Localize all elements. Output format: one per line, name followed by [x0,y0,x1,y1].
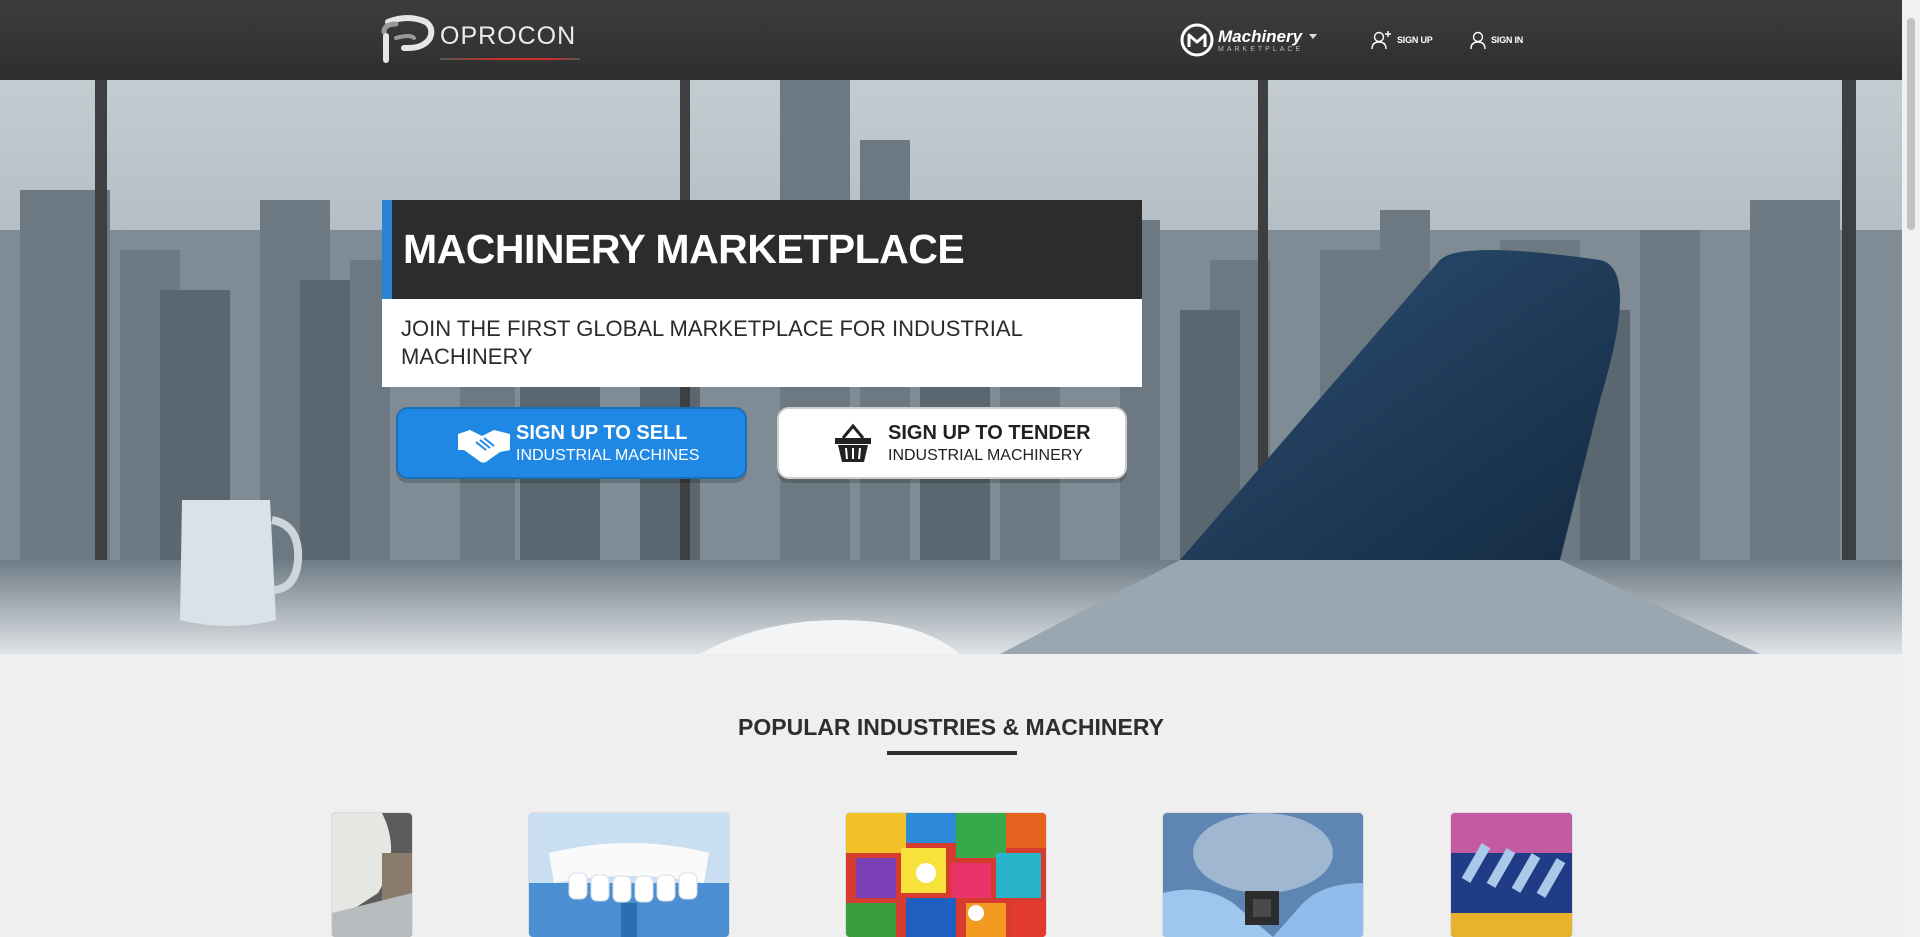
industry-card[interactable] [529,813,729,937]
signup-to-tender-button[interactable]: SIGN UP TO TENDER INDUSTRIAL MACHINERY [777,407,1127,479]
industry-card-image [332,813,412,937]
nav-signup-link[interactable]: SIGN UP [1371,30,1433,50]
oprocon-logo[interactable]: OPROCON [378,14,581,64]
industry-card-image [846,813,1046,937]
hero-banner: MACHINERY MARKETPLACE JOIN THE FIRST GLO… [0,80,1902,654]
signup-to-tender-sublabel: INDUSTRIAL MACHINERY [888,446,1083,464]
scrollbar-thumb[interactable] [1907,18,1915,230]
site-header: OPROCON Machinery MARKETPLACE SIGN UP SI… [0,0,1902,80]
hero-subtitle: JOIN THE FIRST GLOBAL MARKETPLACE FOR IN… [401,316,1023,369]
basket-icon [835,423,871,462]
hero-subtitle-panel: JOIN THE FIRST GLOBAL MARKETPLACE FOR IN… [382,299,1142,387]
signup-to-sell-label: SIGN UP TO SELL [516,421,688,444]
industry-card[interactable] [1451,813,1572,937]
marketplace-switcher[interactable]: Machinery MARKETPLACE [1180,22,1318,58]
hero-title: MACHINERY MARKETPLACE [403,226,965,272]
signup-to-sell-sublabel: INDUSTRIAL MACHINES [516,446,700,464]
title-underline [887,751,1017,755]
popular-section-title: POPULAR INDUSTRIES & MACHINERY [738,714,1164,740]
user-icon [1470,31,1486,50]
industry-card-image [1163,813,1363,937]
industry-card-image [529,813,729,937]
page-scrollbar[interactable] [1902,0,1920,937]
signup-to-tender-text: SIGN UP TO TENDER INDUSTRIAL MACHINERY [888,423,1091,464]
marketplace-brand: Machinery MARKETPLACE [1218,28,1303,53]
signup-to-sell-button[interactable]: SIGN UP TO SELL INDUSTRIAL MACHINES [396,407,747,479]
industry-card[interactable] [1163,813,1363,937]
industry-card[interactable] [846,813,1046,937]
signup-to-tender-label: SIGN UP TO TENDER [888,421,1091,444]
user-plus-icon [1371,31,1391,50]
chevron-down-icon [1309,33,1318,39]
oprocon-logo-icon [381,15,435,63]
signup-to-sell-text: SIGN UP TO SELL INDUSTRIAL MACHINES [516,423,699,464]
industry-card[interactable] [332,813,412,937]
handshake-icon [458,430,510,463]
nav-signin-label: SIGN IN [1491,35,1524,45]
brand-title: Machinery [1218,26,1303,46]
nav-signin-link[interactable]: SIGN IN [1469,30,1523,50]
industry-card-image [1451,813,1572,937]
machinery-marketplace-icon [1180,23,1214,57]
nav-signup-label: SIGN UP [1397,35,1433,45]
hero-title-panel: MACHINERY MARKETPLACE [382,200,1142,299]
brand-subtitle: MARKETPLACE [1218,45,1304,53]
logo-text: OPROCON [440,21,581,60]
